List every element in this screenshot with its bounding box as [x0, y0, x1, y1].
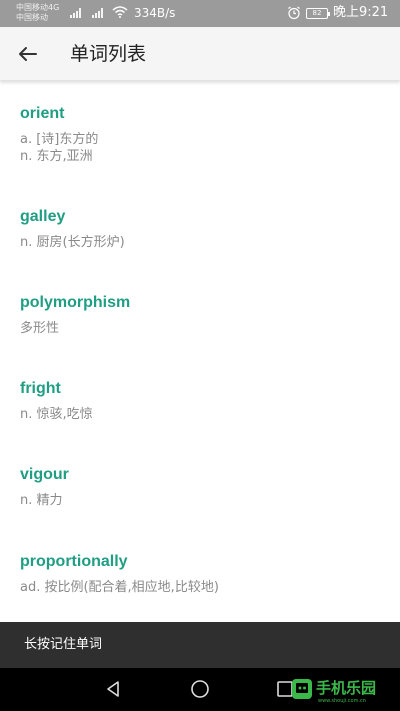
- word-text: galley: [20, 208, 66, 225]
- carrier-info: 中国移动4G 中国移动: [16, 3, 59, 23]
- carrier-primary: 中国移动4G: [16, 3, 60, 12]
- word-list-item[interactable]: galley n. 厨房(长方形炉): [0, 207, 400, 251]
- word-text: fright: [20, 380, 61, 397]
- word-text: proportionally: [20, 553, 128, 570]
- battery-icon: 82: [306, 8, 330, 19]
- word-meaning: n. 精力: [20, 493, 63, 508]
- word-list-item[interactable]: polymorphism 多形性: [0, 293, 400, 337]
- status-bar: 中国移动4G 中国移动 334B/s 82 晚上9:21: [0, 0, 400, 27]
- word-text: orient: [20, 105, 65, 122]
- app-bar: 单词列表: [0, 27, 400, 81]
- navigation-bar: 手机乐园 www.shouji.com.cn: [0, 668, 400, 711]
- page-title: 单词列表: [70, 43, 147, 65]
- word-meaning: n. 惊骇,吃惊: [20, 407, 93, 422]
- word-meaning: 多形性: [20, 321, 60, 336]
- nav-home-icon[interactable]: [190, 679, 210, 699]
- alarm-icon: [288, 6, 300, 20]
- watermark-title: 手机乐园: [316, 679, 376, 697]
- watermark-logo: 手机乐园 www.shouji.com.cn: [292, 679, 376, 704]
- nav-back-icon[interactable]: [104, 680, 122, 698]
- signal-icon-secondary: [92, 8, 104, 18]
- word-list-item[interactable]: vigour n. 精力: [0, 465, 400, 509]
- word-list-item[interactable]: proportionally ad. 按比例(配合着,相应地,比较地): [0, 552, 400, 596]
- word-meaning: a. [诗]东方的 n. 东方,亚洲: [20, 132, 99, 164]
- watermark-url: www.shouji.com.cn: [318, 698, 366, 704]
- word-meaning: n. 厨房(长方形炉): [20, 235, 125, 250]
- word-list-item[interactable]: fright n. 惊骇,吃惊: [0, 379, 400, 423]
- word-text: vigour: [20, 466, 69, 483]
- tip-bar: 长按记住单词: [0, 622, 400, 668]
- word-list-item[interactable]: orient a. [诗]东方的 n. 东方,亚洲: [0, 104, 400, 165]
- carrier-secondary: 中国移动: [16, 13, 48, 22]
- status-time: 晚上9:21: [333, 5, 389, 20]
- signal-icon: [70, 8, 82, 18]
- wifi-icon: [112, 6, 128, 18]
- arrow-left-icon[interactable]: [12, 39, 44, 69]
- word-meaning: ad. 按比例(配合着,相应地,比较地): [20, 580, 219, 595]
- tip-text: 长按记住单词: [24, 637, 103, 652]
- word-text: polymorphism: [20, 294, 131, 311]
- network-speed: 334B/s: [134, 6, 176, 20]
